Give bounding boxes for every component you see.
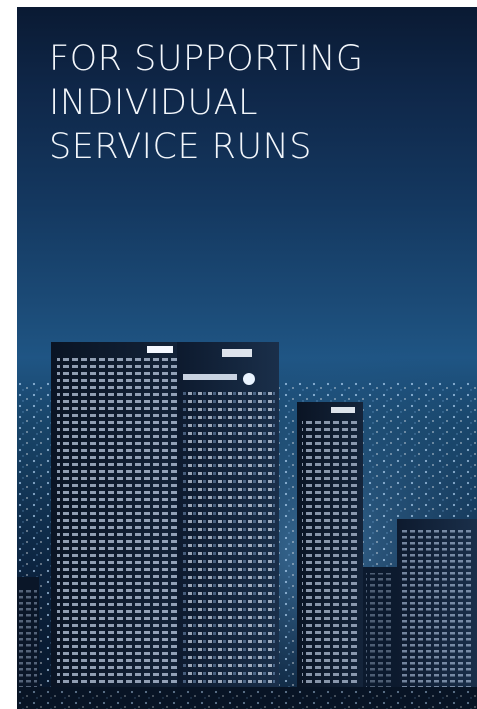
- promo-card: FOR SUPPORTING INDIVIDUAL SERVICE RUNS: [17, 7, 477, 709]
- headline-line-1: FOR SUPPORTING: [49, 39, 364, 79]
- headline-line-3: SERVICE RUNS: [49, 127, 313, 167]
- headline-line-2: INDIVIDUAL: [49, 83, 259, 123]
- headline: FOR SUPPORTING INDIVIDUAL SERVICE RUNS: [49, 37, 364, 169]
